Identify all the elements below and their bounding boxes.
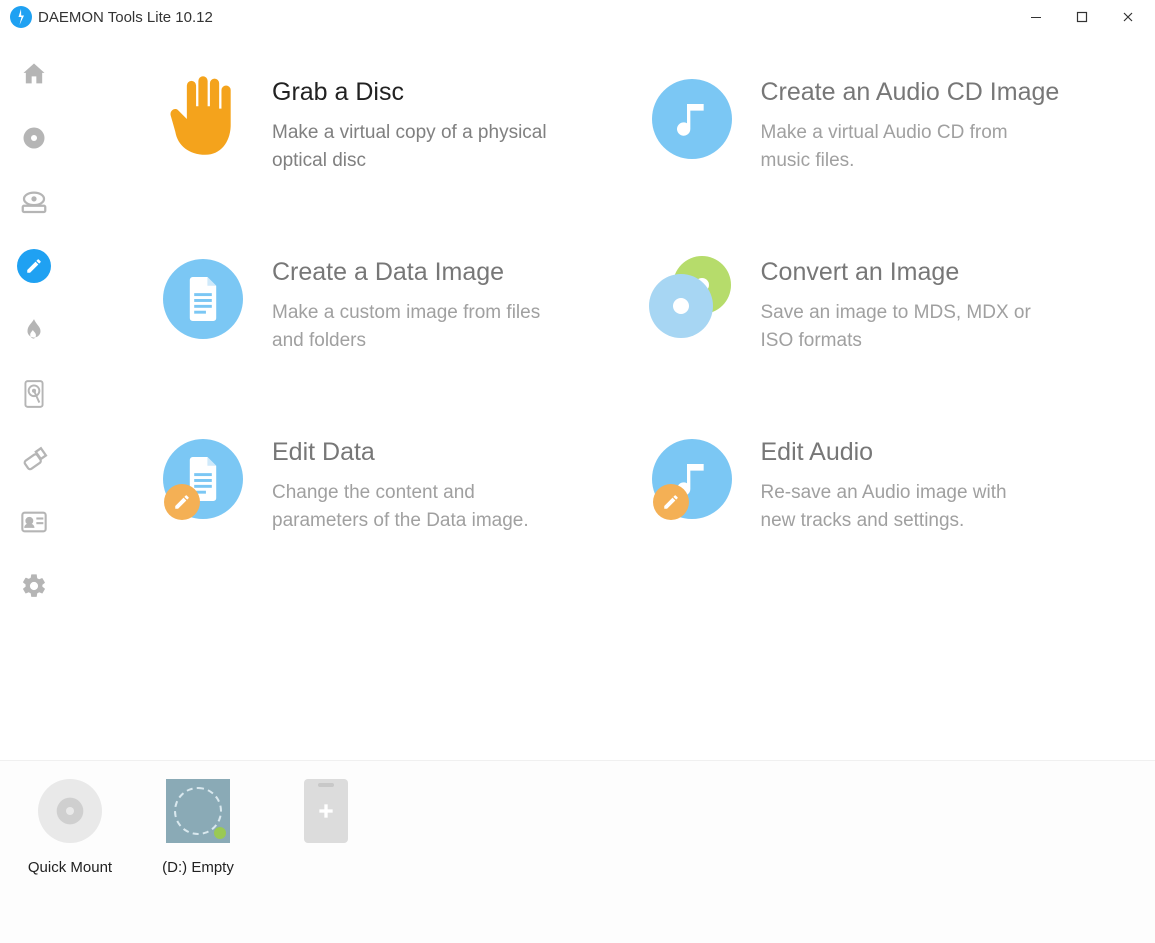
window-close-button[interactable] bbox=[1105, 0, 1151, 34]
quick-mount-button[interactable]: Quick Mount bbox=[22, 777, 118, 876]
card-description: Make a custom image from files and folde… bbox=[272, 299, 552, 354]
hand-icon bbox=[158, 74, 248, 164]
quick-mount-label: Quick Mount bbox=[28, 859, 112, 876]
nav-images[interactable] bbox=[0, 110, 68, 166]
pencil-circle-icon bbox=[17, 249, 51, 283]
window-maximize-button[interactable] bbox=[1059, 0, 1105, 34]
card-title: Create an Audio CD Image bbox=[761, 78, 1060, 107]
app-title: DAEMON Tools Lite 10.12 bbox=[38, 9, 213, 26]
add-drive-icon bbox=[304, 779, 348, 843]
card-description: Make a virtual copy of a physical optica… bbox=[272, 119, 552, 174]
card-title: Grab a Disc bbox=[272, 78, 552, 107]
card-description: Re-save an Audio image with new tracks a… bbox=[761, 479, 1041, 534]
card-description: Make a virtual Audio CD from music files… bbox=[761, 119, 1041, 174]
virtual-drive-icon bbox=[166, 779, 230, 843]
card-grab-disc[interactable]: Grab a Disc Make a virtual copy of a phy… bbox=[158, 74, 607, 174]
add-drive-button[interactable] bbox=[278, 777, 374, 859]
card-description: Save an image to MDS, MDX or ISO formats bbox=[761, 299, 1041, 354]
app-logo-icon bbox=[10, 6, 32, 28]
nav-iscsi[interactable] bbox=[0, 494, 68, 550]
app-body: Grab a Disc Make a virtual copy of a phy… bbox=[0, 34, 1155, 760]
card-convert-image[interactable]: Convert an Image Save an image to MDS, M… bbox=[647, 254, 1096, 354]
nav-home[interactable] bbox=[0, 46, 68, 102]
card-title: Convert an Image bbox=[761, 258, 1041, 287]
card-title: Edit Audio bbox=[761, 438, 1041, 467]
nav-drives[interactable] bbox=[0, 174, 68, 230]
nav-image-editor[interactable] bbox=[0, 238, 68, 294]
disc-icon bbox=[20, 124, 48, 152]
usb-icon bbox=[19, 443, 49, 473]
card-description: Change the content and parameters of the… bbox=[272, 479, 552, 534]
card-title: Create a Data Image bbox=[272, 258, 552, 287]
title-bar: DAEMON Tools Lite 10.12 bbox=[0, 0, 1155, 34]
gear-icon bbox=[20, 572, 48, 600]
nav-settings[interactable] bbox=[0, 558, 68, 614]
drive-icon bbox=[19, 187, 49, 217]
convert-discs-icon bbox=[647, 254, 737, 344]
card-edit-data[interactable]: Edit Data Change the content and paramet… bbox=[158, 434, 607, 534]
virtual-drive-d[interactable]: (D:) Empty bbox=[150, 777, 246, 876]
actions-grid: Grab a Disc Make a virtual copy of a phy… bbox=[158, 74, 1095, 534]
contact-card-icon bbox=[20, 510, 48, 534]
pencil-badge-icon bbox=[653, 484, 689, 520]
home-icon bbox=[20, 60, 48, 88]
card-edit-audio[interactable]: Edit Audio Re-save an Audio image with n… bbox=[647, 434, 1096, 534]
quick-mount-icon bbox=[38, 779, 102, 843]
virtual-drive-label: (D:) Empty bbox=[162, 859, 234, 876]
nav-burn[interactable] bbox=[0, 302, 68, 358]
window-minimize-button[interactable] bbox=[1013, 0, 1059, 34]
card-create-audio-cd[interactable]: Create an Audio CD Image Make a virtual … bbox=[647, 74, 1096, 174]
main-content: Grab a Disc Make a virtual copy of a phy… bbox=[68, 34, 1155, 760]
document-icon bbox=[163, 259, 243, 339]
nav-bootable[interactable] bbox=[0, 366, 68, 422]
music-note-icon bbox=[652, 79, 732, 159]
sidebar bbox=[0, 34, 68, 760]
pencil-badge-icon bbox=[164, 484, 200, 520]
card-title: Edit Data bbox=[272, 438, 552, 467]
app-window: DAEMON Tools Lite 10.12 bbox=[0, 0, 1155, 943]
nav-usb[interactable] bbox=[0, 430, 68, 486]
flame-icon bbox=[21, 317, 47, 343]
card-create-data-image[interactable]: Create a Data Image Make a custom image … bbox=[158, 254, 607, 354]
bottom-bar: Quick Mount (D:) Empty bbox=[0, 760, 1155, 943]
hdd-icon bbox=[21, 379, 47, 409]
